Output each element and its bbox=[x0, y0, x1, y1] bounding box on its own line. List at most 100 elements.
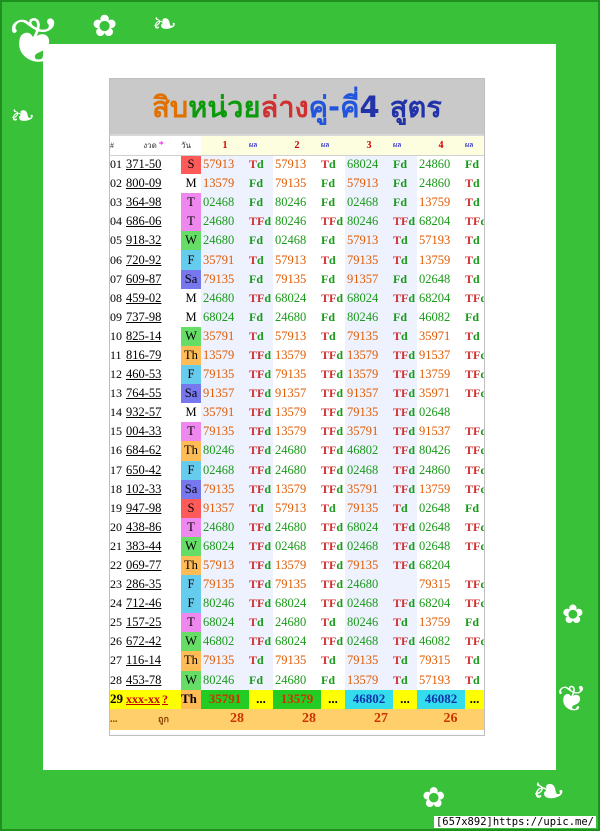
formula-3-digits: 02468 bbox=[345, 536, 393, 556]
unknown-mark: ? bbox=[162, 691, 168, 706]
formula-4-digits: 68204 bbox=[417, 288, 465, 308]
day-badge: F bbox=[181, 250, 201, 270]
formula-1-result: Fd bbox=[249, 269, 273, 289]
formula-1-digits: 79135 bbox=[201, 479, 249, 499]
row-index: 03 bbox=[110, 195, 122, 210]
formula-4-result: Fd bbox=[465, 498, 484, 518]
formula-3-result: Fd bbox=[393, 269, 417, 289]
formula-3-result: Td bbox=[393, 651, 417, 671]
formula-2-digits: 57913 bbox=[273, 250, 321, 270]
formula-3-result: Td bbox=[393, 326, 417, 346]
draw-number: 932-57 bbox=[126, 405, 162, 420]
day-badge: F bbox=[181, 460, 201, 480]
formula-3-digits: 68024 bbox=[345, 288, 393, 308]
formula-1-result: TFd bbox=[249, 594, 273, 614]
formula-4-digits: 79315 bbox=[417, 575, 465, 595]
vine-ornament-icon: ❧ bbox=[152, 7, 178, 42]
row-index: 27 bbox=[110, 653, 122, 668]
formula-1-digits: 91357 bbox=[201, 384, 249, 404]
formula-1-digits: 46802 bbox=[201, 632, 249, 652]
day-badge: Th bbox=[181, 441, 201, 461]
formula-3-digits: 91357 bbox=[345, 384, 393, 404]
formula-3-result: TFd bbox=[393, 365, 417, 385]
draw-number: 684-62 bbox=[126, 443, 162, 458]
formula-2-result: TFd bbox=[321, 575, 345, 595]
draw-number: 825-14 bbox=[126, 328, 162, 343]
formula-3-result: TFd bbox=[393, 555, 417, 576]
formula-1-result: Fd bbox=[249, 231, 273, 251]
table-row: 26 672-42 W 46802 TFd 68024 TFd 02468 TFd 46082 TF… bbox=[110, 632, 484, 652]
formula-2-digits: 24680 bbox=[273, 613, 321, 633]
formula-4-digits: 13759 bbox=[417, 613, 465, 633]
formula-2-result: TFd bbox=[321, 517, 345, 537]
table-row: 10 825-14 W 35791 Td 57913 Td 79135 Td 35971 T… bbox=[110, 326, 484, 346]
day-badge: M bbox=[181, 288, 201, 308]
formula-1-result: TFd bbox=[249, 479, 273, 499]
formula-2-result: Fd bbox=[321, 670, 345, 690]
draw-number: 157-25 bbox=[126, 615, 162, 630]
formula-2-result: TFd bbox=[321, 422, 345, 442]
formula-4-digits: 68204 bbox=[417, 555, 465, 576]
formula-4-hit-count: 26 bbox=[417, 708, 484, 730]
day-badge: F bbox=[181, 575, 201, 595]
formula-4-result: TFd bbox=[465, 575, 484, 595]
formula-3-result: Fd bbox=[393, 307, 417, 327]
formula-3-digits: 80246 bbox=[345, 212, 393, 232]
vine-ornament-icon: ✿ bbox=[562, 600, 584, 630]
row-index: 02 bbox=[110, 176, 122, 191]
row-index: 24 bbox=[110, 596, 122, 611]
header-day: วัน bbox=[181, 136, 201, 156]
day-badge: T bbox=[181, 613, 201, 633]
formula-3-digits: 80246 bbox=[345, 307, 393, 327]
draw-number: 800-09 bbox=[126, 176, 162, 191]
formula-1-result: Td bbox=[249, 250, 273, 270]
day-badge: M bbox=[181, 307, 201, 327]
draw-number: 383-44 bbox=[126, 538, 162, 553]
image-host-credit: [657x892]https://upic.me/ bbox=[433, 816, 596, 828]
draw-number: 102-33 bbox=[126, 481, 162, 496]
formula-1-digits: 80246 bbox=[201, 670, 249, 690]
header-formula-2: 2 bbox=[273, 136, 321, 156]
formula-3-result: TFd bbox=[393, 517, 417, 537]
formula-2-digits: 80246 bbox=[273, 212, 321, 232]
formula-4-digits: 24860 bbox=[417, 174, 465, 194]
summary-row: ... ถูก 28 28 27 26 bbox=[110, 708, 484, 730]
formula-4-result: TFd bbox=[465, 365, 484, 385]
row-index: 17 bbox=[110, 462, 122, 477]
row-index: 07 bbox=[110, 271, 122, 286]
formula-1-digits: 13579 bbox=[201, 174, 249, 194]
page-title: สิบ หน่วย ล่าง คู่-คี่ 4 สูตร bbox=[110, 79, 484, 136]
formula-2-result: Td bbox=[321, 250, 345, 270]
formula-2-digits: 79135 bbox=[273, 365, 321, 385]
formula-1-result: Td bbox=[249, 613, 273, 633]
day-badge: W bbox=[181, 536, 201, 556]
formula-1-result: TFd bbox=[249, 460, 273, 480]
formula-2-digits: 68024 bbox=[273, 632, 321, 652]
formula-2-digits: 24680 bbox=[273, 670, 321, 690]
formula-2-digits: 91357 bbox=[273, 384, 321, 404]
formula-3-result: TFd bbox=[393, 441, 417, 461]
formula-4-result: TFd bbox=[465, 479, 484, 499]
table-row: 24 712-46 F 80246 TFd 68024 TFd 02468 TFd 68204 TF… bbox=[110, 594, 484, 614]
formula-4-digits: 68204 bbox=[417, 594, 465, 614]
table-row: 28 453-78 W 80246 Fd 24680 Fd 13579 Td 57193 T… bbox=[110, 670, 484, 690]
formula-4-digits: 46082 bbox=[417, 632, 465, 652]
table-row: 04 686-06 T 24680 TFd 80246 TFd 80246 TFd 68204 TF… bbox=[110, 212, 484, 232]
day-badge: Th bbox=[181, 689, 201, 709]
formula-3-digits: 79135 bbox=[345, 498, 393, 518]
header-star: * bbox=[158, 139, 164, 151]
formula-2-result: Fd bbox=[321, 269, 345, 289]
title-part: ล่าง bbox=[260, 89, 309, 124]
table-row: 03 364-98 T 02468 Fd 80246 Fd 02468 Fd 13759 T… bbox=[110, 193, 484, 213]
formula-3-pending: ... bbox=[393, 689, 417, 709]
formula-1-result: TFd bbox=[249, 536, 273, 556]
formula-3-digits: 13579 bbox=[345, 365, 393, 385]
header-result: ผล bbox=[465, 136, 484, 156]
table-row: 13 764-55 Sa 91357 TFd 91357 TFd 91357 TFd 35971 T… bbox=[110, 384, 484, 404]
row-index: 21 bbox=[110, 538, 122, 553]
formula-2-result: TFd bbox=[321, 365, 345, 385]
formula-2-result: TFd bbox=[321, 345, 345, 366]
formula-1-result: TFd bbox=[249, 365, 273, 385]
row-index: 22 bbox=[110, 558, 122, 573]
formula-3-digits: 24680 bbox=[345, 575, 393, 595]
